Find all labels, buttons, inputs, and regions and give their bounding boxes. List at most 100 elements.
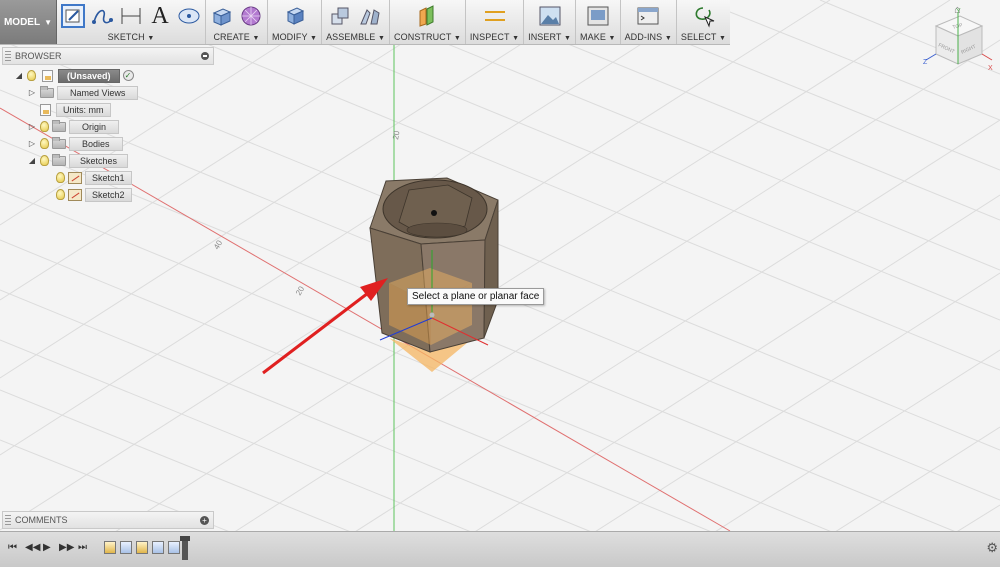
step-back-icon[interactable]: ◀◀ — [25, 542, 40, 553]
step-forward-icon[interactable]: ▶▶ — [59, 542, 74, 553]
tree-item-label: Bodies — [69, 136, 123, 151]
toolbar-group-label: INSPECT ▼ — [469, 32, 520, 42]
toolbar-group-sketch[interactable]: A SKETCH ▼ — [57, 0, 206, 44]
workspace-switcher-button[interactable]: MODEL ▼ — [0, 0, 57, 44]
visibility-bulb-icon[interactable] — [40, 121, 49, 132]
canvas-viewport[interactable]: 20 40 20 — [0, 0, 1000, 567]
collapsed-triangle-icon[interactable]: ▷ — [27, 88, 37, 97]
toolbar-group-label: MAKE ▼ — [580, 32, 616, 42]
axis-x-label: X — [988, 65, 993, 72]
visibility-bulb-icon[interactable] — [40, 155, 49, 166]
toolbar-group-addins[interactable]: ADD-INS ▼ — [621, 0, 677, 44]
form-icon[interactable] — [239, 4, 263, 28]
timeline-extrude-feature[interactable] — [120, 541, 132, 554]
press-pull-icon[interactable] — [283, 4, 307, 28]
caret-down-icon: ▼ — [147, 35, 155, 42]
sketch-icon — [68, 188, 82, 201]
select-lasso-icon[interactable] — [691, 4, 715, 28]
measure-icon[interactable] — [483, 4, 507, 28]
add-comment-icon[interactable]: + — [200, 515, 209, 525]
grid-label: 20 — [391, 129, 402, 140]
toolbar-group-label: ASSEMBLE ▼ — [326, 32, 386, 42]
caret-down-icon: ▼ — [718, 35, 726, 42]
new-component-icon[interactable] — [329, 4, 353, 28]
drag-handle-icon[interactable] — [5, 515, 11, 525]
scripts-icon[interactable] — [636, 4, 660, 28]
browser-title: BROWSER — [15, 51, 62, 61]
drag-handle-icon[interactable] — [5, 51, 11, 61]
extrude-icon[interactable] — [210, 4, 234, 28]
visibility-bulb-icon[interactable] — [56, 172, 65, 183]
browser-panel-header[interactable]: BROWSER — [2, 47, 214, 65]
folder-icon — [52, 153, 66, 166]
caret-down-icon: ▼ — [453, 35, 461, 42]
stop-sketch-icon[interactable] — [177, 4, 201, 28]
view-cube[interactable]: TOP FRONT RIGHT Y Z X — [922, 8, 996, 74]
tree-item-units[interactable]: Units: mm — [40, 102, 111, 117]
toolbar-group-label: SKETCH ▼ — [107, 32, 155, 42]
insert-image-icon[interactable] — [538, 4, 562, 28]
collapsed-triangle-icon[interactable]: ▷ — [27, 122, 37, 131]
grid-label: 20 — [294, 284, 307, 297]
toolbar-group-make[interactable]: MAKE ▼ — [576, 0, 621, 44]
timeline-bar: ⏮ ◀◀ ▶ ▶▶ ⏭ ⚙ — [0, 531, 1000, 567]
spline-icon[interactable] — [90, 4, 114, 28]
tree-item-label: Origin — [69, 119, 120, 134]
collapsed-triangle-icon[interactable]: ▷ — [27, 139, 37, 148]
dimension-icon[interactable] — [119, 4, 143, 28]
visibility-bulb-icon[interactable] — [56, 189, 65, 200]
tree-item-sketch2[interactable]: Sketch2 — [53, 187, 132, 202]
text-tool-icon[interactable]: A — [148, 4, 172, 28]
tree-item-root[interactable]: ◢ (Unsaved) ✓ — [14, 68, 134, 83]
timeline-feature[interactable] — [168, 541, 180, 554]
toolbar-group-label: MODIFY ▼ — [271, 32, 318, 42]
toolbar-group-label: CREATE ▼ — [213, 32, 260, 42]
units-document-icon — [40, 103, 51, 116]
tree-item-named-views[interactable]: ▷ Named Views — [27, 85, 139, 100]
tree-item-label: Units: mm — [56, 102, 111, 117]
timeline-extrude-feature[interactable] — [152, 541, 164, 554]
timeline-sketch-feature[interactable] — [104, 541, 116, 554]
comments-title: COMMENTS — [15, 515, 68, 525]
folder-icon — [52, 119, 66, 132]
workspace-label: MODEL — [3, 16, 41, 28]
joint-icon[interactable] — [358, 4, 382, 28]
timeline-sketch-feature[interactable] — [136, 541, 148, 554]
toolbar-group-construct[interactable]: CONSTRUCT ▼ — [390, 0, 466, 44]
comments-panel-header[interactable]: COMMENTS + — [2, 511, 214, 529]
toolbar-group-assemble[interactable]: ASSEMBLE ▼ — [322, 0, 391, 44]
expanded-triangle-icon[interactable]: ◢ — [14, 71, 24, 80]
go-to-end-icon[interactable]: ⏭ — [78, 542, 87, 553]
tree-item-label: Sketch1 — [85, 170, 132, 185]
play-icon[interactable]: ▶ — [43, 542, 51, 553]
caret-down-icon: ▼ — [563, 35, 572, 42]
viewport-graphics: 20 40 20 — [0, 0, 1000, 567]
axis-z-label: Z — [923, 59, 928, 66]
visibility-bulb-icon[interactable] — [40, 138, 49, 149]
3d-print-icon[interactable] — [586, 4, 610, 28]
tree-item-label: Sketch2 — [85, 187, 132, 202]
expanded-triangle-icon[interactable]: ◢ — [27, 156, 37, 165]
toolbar-group-insert[interactable]: INSERT ▼ — [524, 0, 577, 44]
home-view-icon[interactable]: ⌂ — [954, 4, 961, 16]
timeline-playhead[interactable] — [180, 536, 190, 560]
visibility-bulb-icon[interactable] — [27, 70, 36, 81]
collapse-panel-icon[interactable] — [201, 52, 209, 60]
ground-grid — [0, 0, 1000, 567]
offset-plane-icon[interactable] — [415, 4, 439, 28]
tree-item-bodies[interactable]: ▷ Bodies — [27, 136, 123, 151]
active-check-icon[interactable]: ✓ — [122, 70, 134, 81]
timeline-settings-gear-icon[interactable]: ⚙ — [986, 540, 998, 556]
toolbar-group-select[interactable]: SELECT ▼ — [677, 0, 730, 44]
toolbar-group-label: CONSTRUCT ▼ — [394, 32, 461, 42]
toolbar-group-create[interactable]: CREATE ▼ — [206, 0, 268, 44]
toolbar-group-label: INSERT ▼ — [528, 32, 572, 42]
tree-item-origin[interactable]: ▷ Origin — [27, 119, 120, 134]
create-sketch-icon[interactable] — [60, 4, 85, 28]
caret-down-icon: ▼ — [608, 35, 616, 42]
toolbar-group-modify[interactable]: MODIFY ▼ — [268, 0, 323, 44]
toolbar-group-inspect[interactable]: INSPECT ▼ — [466, 0, 525, 44]
tree-item-sketch1[interactable]: Sketch1 — [53, 170, 132, 185]
go-to-start-icon[interactable]: ⏮ — [8, 542, 17, 553]
tree-item-sketches[interactable]: ◢ Sketches — [27, 153, 129, 168]
